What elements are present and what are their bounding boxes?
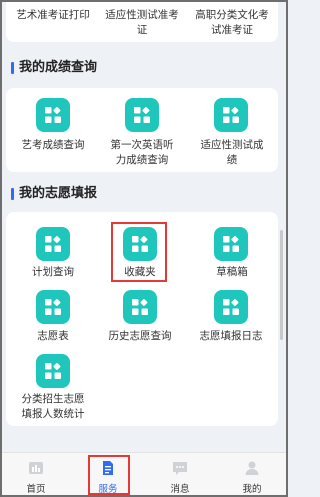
item-label: 计划查询	[32, 266, 74, 278]
scores-card: 艺考成绩查询 第一次英语听力成绩查询 适应性测试成绩	[6, 88, 278, 172]
item-label: 适应性测试成绩	[200, 139, 264, 166]
volunteer-card: 计划查询 收藏夹 草稿箱 志愿表 历史志愿查询 志愿填报日志 分类招生志愿填报人…	[6, 212, 278, 426]
grid-icon	[214, 98, 248, 132]
grid-icon	[125, 98, 159, 132]
admission-ticket-card: 艺术准考证打印 适应性测试准考证 高职分类文化考试准考证	[6, 0, 278, 42]
grid-icon	[214, 290, 248, 324]
item-label: 艺考成绩查询	[21, 139, 85, 151]
item-label: 草稿箱	[216, 266, 248, 278]
tab-mine[interactable]: 我的	[216, 453, 288, 497]
tab-home[interactable]: 首页	[0, 453, 72, 497]
grid-icon	[214, 227, 248, 261]
service-item-art-ticket[interactable]: 艺术准考证打印	[14, 8, 92, 23]
item-label: 第一次英语听力成绩查询	[110, 139, 174, 166]
grid-icon	[36, 98, 70, 132]
service-item-adaptive-ticket[interactable]: 适应性测试准考证	[104, 8, 180, 38]
grid-icon	[123, 290, 157, 324]
grid-icon	[36, 290, 70, 324]
item-label: 志愿表	[37, 330, 69, 342]
tab-label: 服务	[98, 484, 118, 495]
item-label: 收藏夹	[124, 266, 156, 278]
item-label: 历史志愿查询	[108, 330, 172, 342]
grid-icon	[36, 227, 70, 261]
service-item-vocational-ticket[interactable]: 高职分类文化考试准考证	[192, 8, 272, 38]
service-doc-icon	[103, 461, 113, 475]
scrollbar[interactable]	[280, 230, 283, 340]
tab-label: 消息	[170, 484, 190, 495]
tab-messages[interactable]: 消息	[144, 453, 216, 497]
section-title-scores: 我的成绩查询	[11, 60, 97, 76]
section-title-volunteer: 我的志愿填报	[11, 186, 97, 202]
bottom-tab-bar: 首页 服务 消息 我的	[0, 452, 288, 497]
tab-label: 我的	[242, 484, 262, 495]
tab-label: 首页	[26, 484, 46, 495]
grid-icon	[123, 227, 157, 261]
tab-service[interactable]: 服务	[72, 453, 144, 497]
item-label: 分类招生志愿填报人数统计	[21, 393, 85, 420]
message-icon	[173, 462, 187, 475]
home-icon	[29, 462, 43, 474]
grid-icon	[36, 354, 70, 388]
user-icon	[245, 461, 259, 475]
item-label: 志愿填报日志	[199, 330, 263, 342]
